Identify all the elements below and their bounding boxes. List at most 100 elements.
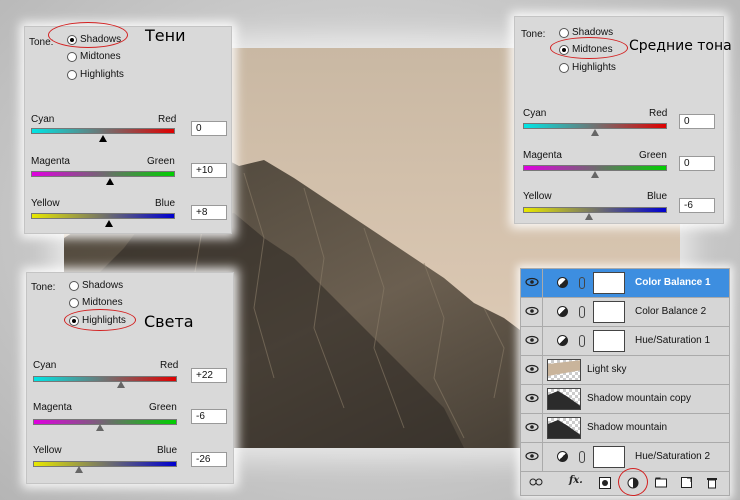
layer-row-color-balance-2[interactable]: Color Balance 2 [521,298,729,327]
radio-highlights[interactable]: Highlights [67,69,124,80]
magenta-green-slider[interactable] [33,419,177,425]
radio-dot [69,297,79,308]
radio-dot [559,27,569,38]
yellow-label: Yellow [523,191,552,202]
trash-icon[interactable] [707,477,717,489]
yellow-blue-slider[interactable] [33,461,177,467]
fx-icon[interactable]: fx. [569,475,583,486]
magenta-green-thumb[interactable] [591,171,599,178]
green-label: Green [147,156,175,167]
layers-panel: Color Balance 1 Color Balance 2 Hue/Satu… [520,268,730,496]
visibility-eye-icon[interactable] [525,393,539,403]
cyan-red-slider[interactable] [31,128,175,134]
magenta-label: Magenta [33,402,72,413]
layer-mask-thumbnail[interactable] [593,446,625,468]
magenta-green-thumb[interactable] [96,424,104,431]
radio-label: Midtones [80,51,121,62]
layer-row-hue-saturation-1[interactable]: Hue/Saturation 1 [521,327,729,356]
row-divider [542,443,543,472]
layer-name: Hue/Saturation 2 [635,451,711,462]
folder-icon[interactable] [655,477,667,488]
yellow-blue-thumb[interactable] [585,213,593,220]
radio-highlights[interactable]: Highlights [559,62,616,73]
yellow-blue-thumb[interactable] [105,220,113,227]
link-chain-icon [579,306,585,318]
layer-row-shadow-mountain[interactable]: Shadow mountain [521,414,729,443]
magenta-green-value[interactable]: +10 [191,163,227,178]
layer-thumbnail[interactable] [547,417,581,439]
cyan-label: Cyan [33,360,57,371]
yellow-blue-slider[interactable] [523,207,667,213]
caption-midtones: Средние тона [629,38,732,54]
visibility-eye-icon[interactable] [525,306,539,316]
blue-label: Blue [155,198,176,209]
visibility-eye-icon[interactable] [525,451,539,461]
cyan-red-thumb[interactable] [591,129,599,136]
blue-label: Blue [157,445,178,456]
adjustment-layer-icon [557,335,568,346]
radio-shadows[interactable]: Shadows [69,280,123,291]
highlights-highlight-ring [64,309,136,331]
radio-midtones[interactable]: Midtones [67,51,121,62]
magenta-label: Magenta [31,156,70,167]
green-label: Green [639,150,667,161]
color-balance-shadows-panel: Tone: Shadows Midtones Highlights Cyan R… [24,26,232,234]
layer-mask-thumbnail[interactable] [593,272,625,294]
radio-dot [559,62,569,73]
row-divider [542,356,543,385]
mask-icon[interactable] [599,477,611,489]
row-divider [542,414,543,443]
link-icon[interactable] [529,477,543,487]
yellow-blue-value[interactable]: -6 [679,198,715,213]
link-chain-icon [579,451,585,463]
yellow-blue-slider[interactable] [31,213,175,219]
radio-label: Highlights [80,69,124,80]
red-label: Red [649,108,668,119]
magenta-green-slider[interactable] [31,171,175,177]
yellow-blue-value[interactable]: -26 [191,452,227,467]
adjustment-layer-icon [557,451,568,462]
adjustment-layer-icon [557,306,568,317]
yellow-blue-thumb[interactable] [75,466,83,473]
layer-row-light-sky[interactable]: Light sky [521,356,729,385]
new-layer-icon[interactable] [681,477,692,488]
cyan-red-value[interactable]: 0 [679,114,715,129]
layer-mask-thumbnail[interactable] [593,330,625,352]
magenta-green-value[interactable]: -6 [191,409,227,424]
layer-name: Light sky [587,364,627,375]
visibility-eye-icon[interactable] [525,422,539,432]
cyan-red-value[interactable]: +22 [191,368,227,383]
shadows-highlight-ring [48,22,128,48]
cyan-red-thumb[interactable] [117,381,125,388]
visibility-eye-icon[interactable] [525,277,539,287]
layer-mask-thumbnail[interactable] [593,301,625,323]
radio-midtones[interactable]: Midtones [69,297,123,308]
visibility-eye-icon[interactable] [525,335,539,345]
visibility-eye-icon[interactable] [525,364,539,374]
color-balance-highlights-panel: Tone: Shadows Midtones Highlights Cyan R… [26,272,234,484]
layer-row-shadow-mountain-copy[interactable]: Shadow mountain copy [521,385,729,414]
cyan-red-slider[interactable] [33,376,177,382]
green-label: Green [149,402,177,413]
layer-name: Color Balance 1 [635,277,711,288]
cyan-red-thumb[interactable] [99,135,107,142]
layer-thumbnail[interactable] [547,388,581,410]
tone-label: Tone: [31,282,56,293]
magenta-label: Magenta [523,150,562,161]
magenta-green-thumb[interactable] [106,178,114,185]
cyan-red-value[interactable]: 0 [191,121,227,136]
layer-row-hue-saturation-2[interactable]: Hue/Saturation 2 [521,443,729,472]
midtones-highlight-ring [550,37,628,59]
row-divider [542,298,543,327]
radio-label: Shadows [82,280,124,291]
layer-row-color-balance-1[interactable]: Color Balance 1 [521,269,729,298]
adjustment-button-highlight-ring [618,468,648,496]
caption-shadows: Тени [145,26,186,45]
yellow-label: Yellow [31,198,60,209]
yellow-blue-value[interactable]: +8 [191,205,227,220]
row-divider [542,385,543,414]
radio-dot [67,69,77,80]
adjustment-layer-icon [557,277,568,288]
magenta-green-value[interactable]: 0 [679,156,715,171]
layer-thumbnail[interactable] [547,359,581,381]
